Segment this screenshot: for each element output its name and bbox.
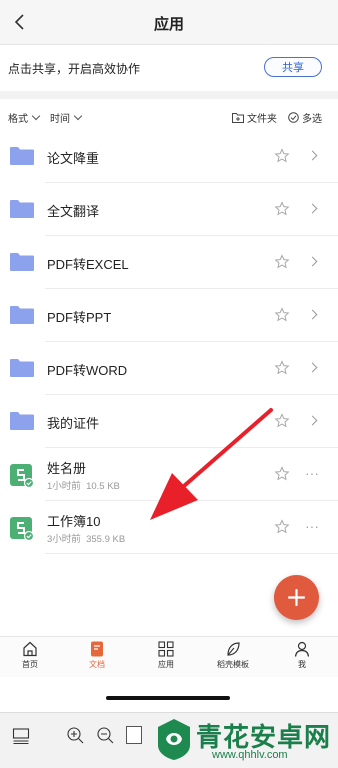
leaf-icon — [227, 642, 240, 656]
format-filter-label: 格式 — [8, 114, 28, 125]
tab-label: 应用 — [158, 660, 174, 669]
list-item[interactable]: 工作簿10 3小时前 355.9 KB ··· — [0, 501, 338, 554]
list-item[interactable]: 我的证件 — [0, 395, 338, 448]
share-button[interactable]: 共享 — [264, 57, 322, 77]
chevron-down-icon — [31, 111, 41, 121]
folder-icon — [10, 306, 34, 324]
folder-name: PDF转PPT — [47, 310, 112, 325]
spreadsheet-icon — [10, 464, 34, 488]
folder-icon — [10, 412, 34, 430]
star-icon[interactable] — [274, 466, 290, 482]
list-item[interactable]: 论文降重 — [0, 130, 338, 183]
tab-templates[interactable]: 稻壳模板 — [208, 640, 258, 670]
folder-name: 全文翻译 — [47, 204, 100, 219]
new-folder-label: 文件夹 — [247, 114, 277, 125]
time-sort[interactable]: 时间 — [50, 110, 83, 125]
check-circle-icon — [288, 112, 299, 123]
page-title: 应用 — [153, 16, 184, 33]
filter-bar: 格式 时间 文件夹 多选 — [0, 99, 338, 133]
list-item[interactable]: PDF转PPT — [0, 289, 338, 342]
spreadsheet-icon — [10, 517, 34, 541]
divider — [0, 91, 338, 99]
list-item[interactable]: 全文翻译 — [0, 183, 338, 236]
chevron-right-icon — [307, 256, 318, 267]
tab-label: 稻壳模板 — [217, 660, 249, 669]
folder-icon — [10, 359, 34, 377]
add-button[interactable] — [274, 575, 319, 620]
chevron-down-icon — [73, 111, 83, 121]
list-item[interactable]: PDF转WORD — [0, 342, 338, 395]
home-icon — [23, 641, 37, 657]
tab-label: 首页 — [22, 660, 38, 669]
tab-apps[interactable]: 应用 — [141, 640, 191, 670]
folder-add-icon — [232, 113, 244, 123]
more-icon[interactable]: ··· — [305, 518, 319, 534]
folder-name: 论文降重 — [47, 151, 100, 166]
file-name: 工作簿10 — [47, 514, 101, 529]
layout-icon[interactable] — [12, 727, 30, 745]
zoom-in-icon[interactable] — [66, 726, 85, 745]
star-icon[interactable] — [274, 201, 290, 217]
chevron-right-icon — [307, 309, 318, 320]
star-icon[interactable] — [274, 307, 290, 323]
tab-bar: 首页 文档 应用 稻壳模板 我 — [0, 636, 338, 677]
share-prompt-text: 点击共享，开启高效协作 — [8, 62, 141, 76]
time-sort-label: 时间 — [50, 114, 70, 125]
grid-icon — [158, 641, 174, 657]
tab-home[interactable]: 首页 — [5, 640, 55, 670]
watermark-url: www.qhhlv.com — [212, 749, 288, 761]
watermark: 青花安卓网 www.qhhlv.com — [152, 713, 338, 767]
user-icon — [294, 641, 310, 657]
folder-name: PDF转EXCEL — [47, 257, 129, 272]
file-size: 10.5 KB — [86, 481, 120, 492]
tab-documents[interactable]: 文档 — [72, 640, 122, 670]
star-icon[interactable] — [274, 148, 290, 164]
chevron-right-icon — [307, 362, 318, 373]
folder-name: PDF转WORD — [47, 363, 128, 378]
watermark-logo-icon — [158, 719, 190, 760]
multi-select-button[interactable]: 多选 — [288, 110, 322, 125]
file-time: 3小时前 — [47, 534, 81, 545]
file-meta: 3小时前 355.9 KB — [47, 531, 125, 545]
zoom-out-icon[interactable] — [96, 726, 115, 745]
file-meta: 1小时前 10.5 KB — [47, 478, 120, 492]
star-icon[interactable] — [274, 519, 290, 535]
list-item[interactable]: 姓名册 1小时前 10.5 KB ··· — [0, 448, 338, 501]
star-icon[interactable] — [274, 413, 290, 429]
tab-label: 我 — [298, 660, 306, 669]
tab-me[interactable]: 我 — [277, 640, 327, 670]
tab-label: 文档 — [89, 660, 105, 669]
file-name: 姓名册 — [47, 461, 87, 476]
share-banner: 点击共享，开启高效协作 共享 — [0, 45, 338, 91]
file-time: 1小时前 — [47, 481, 81, 492]
home-indicator — [106, 696, 230, 700]
folder-icon — [10, 253, 34, 271]
plus-icon — [287, 588, 306, 607]
folder-icon — [10, 200, 34, 218]
nav-bar: 应用 — [0, 0, 338, 45]
more-icon[interactable]: ··· — [305, 465, 319, 481]
multi-select-label: 多选 — [302, 114, 322, 125]
star-icon[interactable] — [274, 360, 290, 376]
chevron-right-icon — [307, 415, 318, 426]
zoom-level-box[interactable] — [126, 726, 142, 744]
new-folder-button[interactable]: 文件夹 — [232, 110, 277, 125]
folder-name: 我的证件 — [47, 416, 100, 431]
folder-icon — [10, 147, 34, 165]
chevron-right-icon — [307, 150, 318, 161]
file-size: 355.9 KB — [86, 534, 126, 545]
document-icon — [91, 641, 103, 657]
chevron-right-icon — [307, 203, 318, 214]
format-filter[interactable]: 格式 — [8, 110, 41, 125]
star-icon[interactable] — [274, 254, 290, 270]
list-item[interactable]: PDF转EXCEL — [0, 236, 338, 289]
